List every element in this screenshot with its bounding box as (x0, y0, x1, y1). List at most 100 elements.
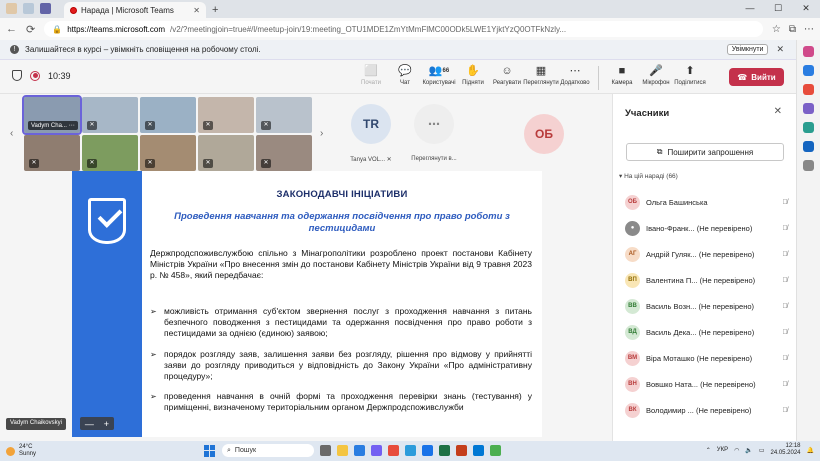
react-button[interactable]: ☺ Реагувати (490, 64, 524, 92)
excel-icon[interactable] (439, 445, 450, 456)
video-tile[interactable]: ✕ (82, 97, 138, 133)
teams-tab-icon[interactable] (40, 3, 51, 14)
video-tile[interactable]: ✕ (24, 135, 80, 171)
language-indicator[interactable]: УКР (717, 447, 728, 453)
video-tile[interactable]: ✕ (140, 97, 196, 133)
gallery-next-icon[interactable]: › (320, 128, 323, 139)
participant-row[interactable]: ВМ Віра Моташко (Не перевірено) 🎙̸ (625, 345, 791, 371)
tab-actions-icon[interactable] (23, 3, 34, 14)
participant-row[interactable]: ВК Володимир ... (Не перевірено) 🎙̸ (625, 397, 791, 423)
back-icon[interactable]: ← (6, 23, 17, 35)
avatar: АГ (625, 246, 640, 262)
edge-icon[interactable] (354, 445, 365, 456)
chat-button[interactable]: 💬 Чат (388, 64, 422, 92)
smile-icon: ☺ (501, 65, 513, 77)
add-sidebar-icon[interactable] (803, 160, 814, 171)
video-tile[interactable]: ✕ (198, 135, 254, 171)
participant-row[interactable]: ВН Вовшко Ната... (Не перевірено) 🎙̸ (625, 371, 791, 397)
people-button[interactable]: 👥66 Користувачі (422, 64, 456, 92)
app-icon[interactable] (490, 445, 501, 456)
refresh-icon[interactable]: ⟳ (26, 23, 35, 36)
search-sidebar-icon[interactable] (803, 65, 814, 76)
share-button[interactable]: ⬆ Поділитися (673, 64, 707, 92)
participant-row[interactable]: ● Івано-Франк... (Не перевірено) 🎙̸ (625, 215, 791, 241)
url-path: /v2/?meetingjoin=true#/l/meetup-join/19:… (170, 24, 567, 34)
notification-message: Залишайтеся в курсі – увімкніть сповіщен… (25, 45, 261, 54)
video-tile[interactable]: Vadym Cha... ⋯ (22, 95, 82, 135)
view-button[interactable]: ▦ Переглянути (523, 64, 559, 92)
copilot-icon[interactable] (803, 46, 814, 57)
video-tile[interactable]: ✕ (256, 135, 312, 171)
gallery-prev-icon[interactable]: ‹ (10, 128, 13, 139)
tab-close-icon[interactable]: ✕ (193, 6, 200, 15)
extensions-icon[interactable]: ⧉ (789, 24, 796, 35)
volume-icon[interactable]: 🔈 (745, 447, 752, 454)
battery-icon[interactable]: ▭ (759, 447, 765, 454)
file-explorer-icon[interactable] (337, 445, 348, 456)
office-icon[interactable] (803, 122, 814, 133)
share-invite-button[interactable]: ⧉ Поширити запрошення (626, 143, 784, 161)
enable-notifications-button[interactable]: Увімкнути (726, 44, 769, 55)
notification-close-icon[interactable]: ✕ (776, 44, 784, 55)
video-tile[interactable]: ✕ (256, 97, 312, 133)
in-meeting-section[interactable]: ▾ На цій нараді (66) (619, 172, 678, 180)
leave-button[interactable]: ☎ Вийти (729, 68, 784, 86)
participant-name: Івано-Франк... (Не перевірено) (646, 223, 753, 233)
telegram-icon[interactable] (405, 445, 416, 456)
video-tile[interactable]: ✕ (82, 135, 138, 171)
search-placeholder: Пошук (234, 447, 257, 454)
video-gallery: Vadym Cha... ⋯ ✕ ✕ ✕ ✕ ✕ ✕ ✕ ✕ ✕ (22, 95, 314, 173)
powerpoint-icon[interactable] (456, 445, 467, 456)
start-button[interactable]: ⬜ Почати (354, 64, 388, 92)
favorite-icon[interactable]: ☆ (772, 24, 781, 35)
panel-close-icon[interactable]: ✕ (774, 106, 782, 117)
participant-row[interactable]: ВД Василь Дека... (Не перевірено) 🎙̸ (625, 319, 791, 345)
info-icon: ! (10, 45, 19, 54)
video-tile[interactable]: ✕ (140, 135, 196, 171)
view-more-tile[interactable]: ⋯ Переглянути в... (403, 100, 465, 170)
participant-row[interactable]: ОБ Ольга Башинська 🎙̸ (625, 189, 791, 215)
slide-bullet: можливість отримання суб'єктом звернення… (150, 306, 532, 339)
taskbar-search-input[interactable]: ⌕ Пошук (222, 444, 314, 457)
more-button[interactable]: ⋯ Додатково (558, 64, 592, 92)
url-input[interactable]: 🔒 https://teams.microsoft.com/v2/?meetin… (44, 21, 763, 37)
participant-row[interactable]: ВВ Василь Возн... (Не перевірено) 🎙̸ (625, 293, 791, 319)
tools-icon[interactable] (803, 84, 814, 95)
microphone-button[interactable]: 🎤 Мікрофон (639, 64, 673, 92)
participant-tile[interactable]: ОБ (513, 110, 575, 180)
opera-icon[interactable] (388, 445, 399, 456)
close-window-icon[interactable]: ✕ (792, 0, 820, 18)
video-tile[interactable]: ✕ (198, 97, 254, 133)
zoom-out-button[interactable]: — (85, 419, 94, 429)
clock[interactable]: 12:18 24.05.2024 (770, 443, 800, 457)
zoom-in-button[interactable]: + (104, 419, 109, 429)
participants-panel: Учасники ✕ ⧉ Поширити запрошення ▾ На ці… (612, 94, 796, 441)
word-icon[interactable] (422, 445, 433, 456)
participant-row[interactable]: АГ Андрій Гуляк... (Не перевірено) 🎙̸ (625, 241, 791, 267)
windows-start-icon[interactable] (204, 444, 216, 457)
camera-button[interactable]: ■ Камера (605, 64, 639, 92)
new-tab-button[interactable]: + (206, 4, 224, 18)
task-view-icon[interactable] (320, 445, 331, 456)
avatar: ВН (625, 376, 640, 392)
viber-icon[interactable] (371, 445, 382, 456)
outlook-icon[interactable] (803, 141, 814, 152)
wifi-icon[interactable]: ◠ (734, 447, 739, 454)
outlook-icon[interactable] (473, 445, 484, 456)
menu-icon[interactable]: ⋯ (804, 24, 814, 35)
minimize-icon[interactable]: — (736, 0, 764, 18)
weather-widget[interactable]: 24°C Sunny (6, 444, 36, 458)
games-icon[interactable] (803, 103, 814, 114)
maximize-icon[interactable]: ☐ (764, 0, 792, 18)
mic-off-icon: ✕ (261, 121, 271, 130)
browser-tab-teams[interactable]: Нарада | Microsoft Teams ✕ (64, 2, 206, 18)
participant-name: Василь Возн... (Не перевірено) (646, 301, 755, 311)
mic-off-icon: 🎙̸ (782, 302, 788, 310)
participant-tile[interactable]: TR Tanya VOL... ✕ (340, 100, 402, 170)
profile-icon[interactable] (6, 3, 17, 14)
chevron-up-icon[interactable]: ⌃ (706, 447, 711, 454)
participant-row[interactable]: ВП Валентина П... (Не перевірено) 🎙̸ (625, 267, 791, 293)
notifications-icon[interactable]: 🔔 (807, 447, 814, 454)
raise-hand-button[interactable]: ✋ Підняти (456, 64, 490, 92)
grid-icon: ▦ (535, 65, 547, 77)
